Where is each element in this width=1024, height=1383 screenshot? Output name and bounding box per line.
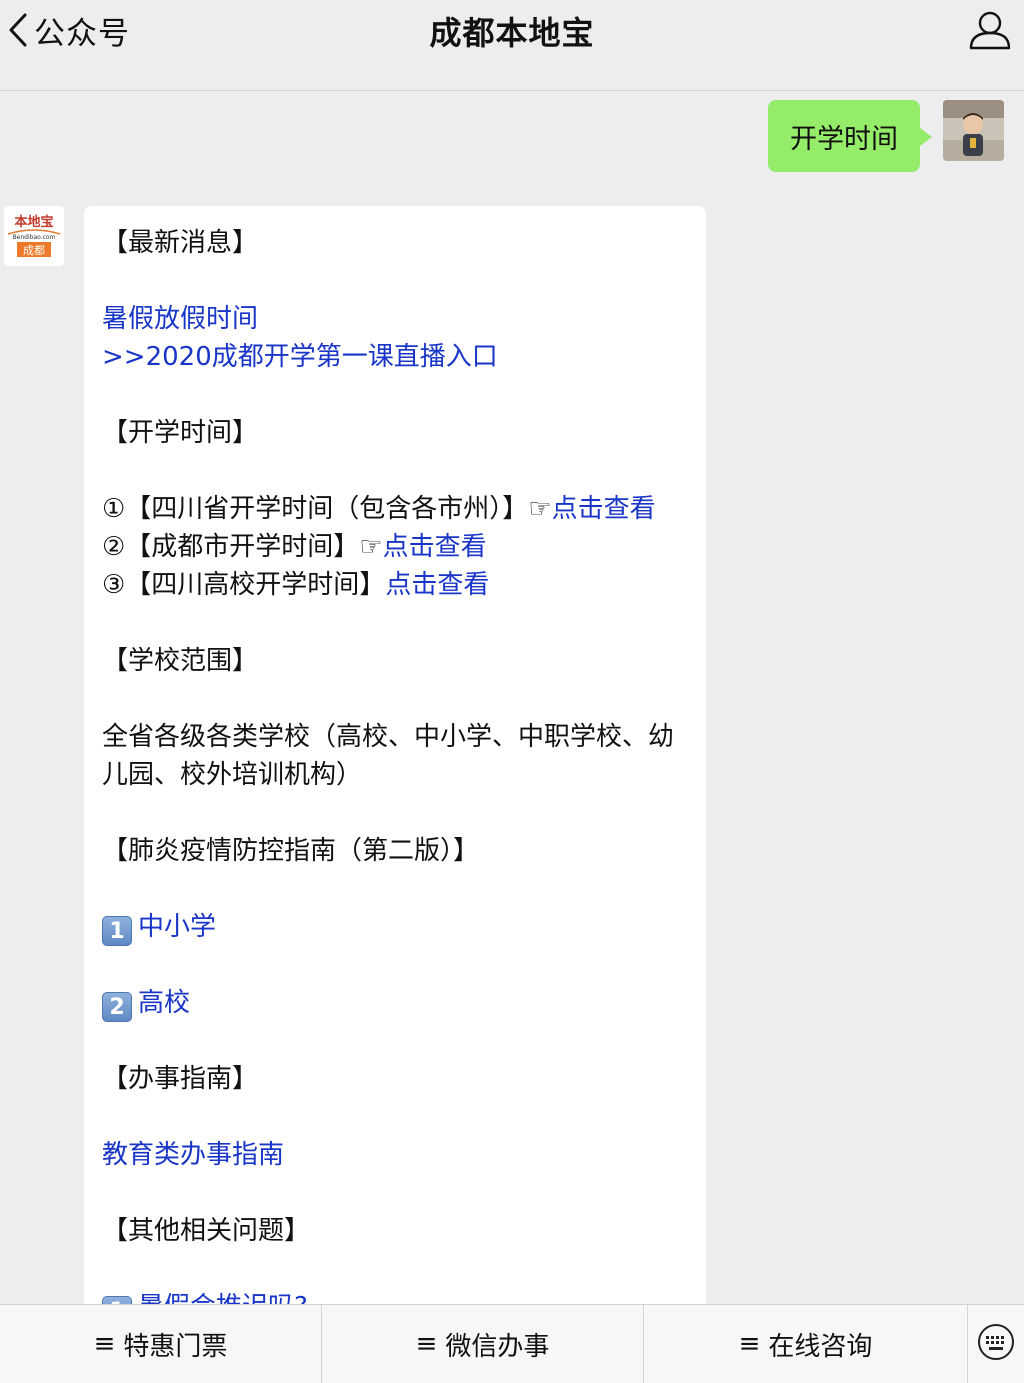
schedule-item-3-link[interactable]: 点击查看 <box>385 570 489 600</box>
guide-item-2: 2 高校 <box>102 984 690 1022</box>
menu-wechat-services[interactable]: ≡ 微信办事 <box>322 1305 644 1383</box>
live-stream-link[interactable]: >>2020成都开学第一课直播入口 <box>102 342 498 372</box>
schedule-item-2-link[interactable]: 点击查看 <box>383 532 487 562</box>
menu-icon: ≡ <box>738 1329 761 1359</box>
menu-label: 特惠门票 <box>123 1331 228 1362</box>
menu-label: 在线咨询 <box>768 1331 873 1362</box>
outgoing-message-bubble[interactable]: 开学时间 <box>768 100 932 172</box>
other-heading: 【其他相关问题】 <box>102 1216 311 1246</box>
schedule-item-1-link[interactable]: 点击查看 <box>552 494 656 524</box>
schedule-item-3-text: ③【四川高校开学时间】 <box>102 570 386 600</box>
top-nav-bar: 公众号 成都本地宝 <box>0 0 1024 91</box>
affairs-heading: 【办事指南】 <box>102 1064 259 1094</box>
number-1-badge-icon: 1 <box>102 916 132 946</box>
account-avatar[interactable]: 本地宝 Bendibao.com 成都 <box>4 206 64 266</box>
schedule-item-2: ②【成都市开学时间】☞点击查看 <box>102 528 690 566</box>
summer-vacation-link[interactable]: 暑假放假时间 <box>102 304 258 334</box>
guide-university-link[interactable]: 高校 <box>138 988 190 1018</box>
keyboard-toggle-button[interactable] <box>968 1305 1024 1383</box>
keyboard-icon <box>976 1322 1016 1366</box>
avatar-city-text: 成都 <box>23 244 45 257</box>
menu-discount-tickets[interactable]: ≡ 特惠门票 <box>0 1305 322 1383</box>
latest-heading: 【最新消息】 <box>102 228 259 258</box>
guide-item-1: 1 中小学 <box>102 908 690 946</box>
person-icon[interactable] <box>968 8 1012 52</box>
scope-heading: 【学校范围】 <box>102 646 259 676</box>
schedule-item-2-text: ②【成都市开学时间】☞ <box>102 532 383 562</box>
menu-icon: ≡ <box>415 1329 438 1359</box>
page-title: 成都本地宝 <box>429 14 595 52</box>
menu-icon: ≡ <box>93 1329 116 1359</box>
schedule-item-1: ①【四川省开学时间（包含各市州）】☞点击查看 <box>102 490 690 528</box>
incoming-message-bubble: 【最新消息】 暑假放假时间 >>2020成都开学第一课直播入口 【开学时间】 ①… <box>84 206 706 1346</box>
outgoing-message-text: 开学时间 <box>790 123 898 155</box>
guide-primary-secondary-link[interactable]: 中小学 <box>138 912 216 942</box>
number-2-badge-icon: 2 <box>102 992 132 1022</box>
avatar-brand-text: 本地宝 <box>14 214 53 230</box>
guide-heading: 【肺炎疫情防控指南（第二版）】 <box>102 836 480 866</box>
scope-text: 全省各级各类学校（高校、中小学、中职学校、幼儿园、校外培训机构） <box>102 722 675 790</box>
user-avatar[interactable] <box>943 100 1004 161</box>
schedule-item-1-text: ①【四川省开学时间（包含各市州）】☞ <box>102 494 552 524</box>
menu-label: 微信办事 <box>445 1331 550 1362</box>
avatar-site-text: Bendibao.com <box>13 234 56 241</box>
schedule-item-3: ③【四川高校开学时间】点击查看 <box>102 566 690 604</box>
education-affairs-link[interactable]: 教育类办事指南 <box>102 1140 284 1170</box>
schedule-heading: 【开学时间】 <box>102 418 259 448</box>
bottom-menu-bar: ≡ 特惠门票 ≡ 微信办事 ≡ 在线咨询 <box>0 1304 1024 1383</box>
menu-online-consult[interactable]: ≡ 在线咨询 <box>644 1305 968 1383</box>
